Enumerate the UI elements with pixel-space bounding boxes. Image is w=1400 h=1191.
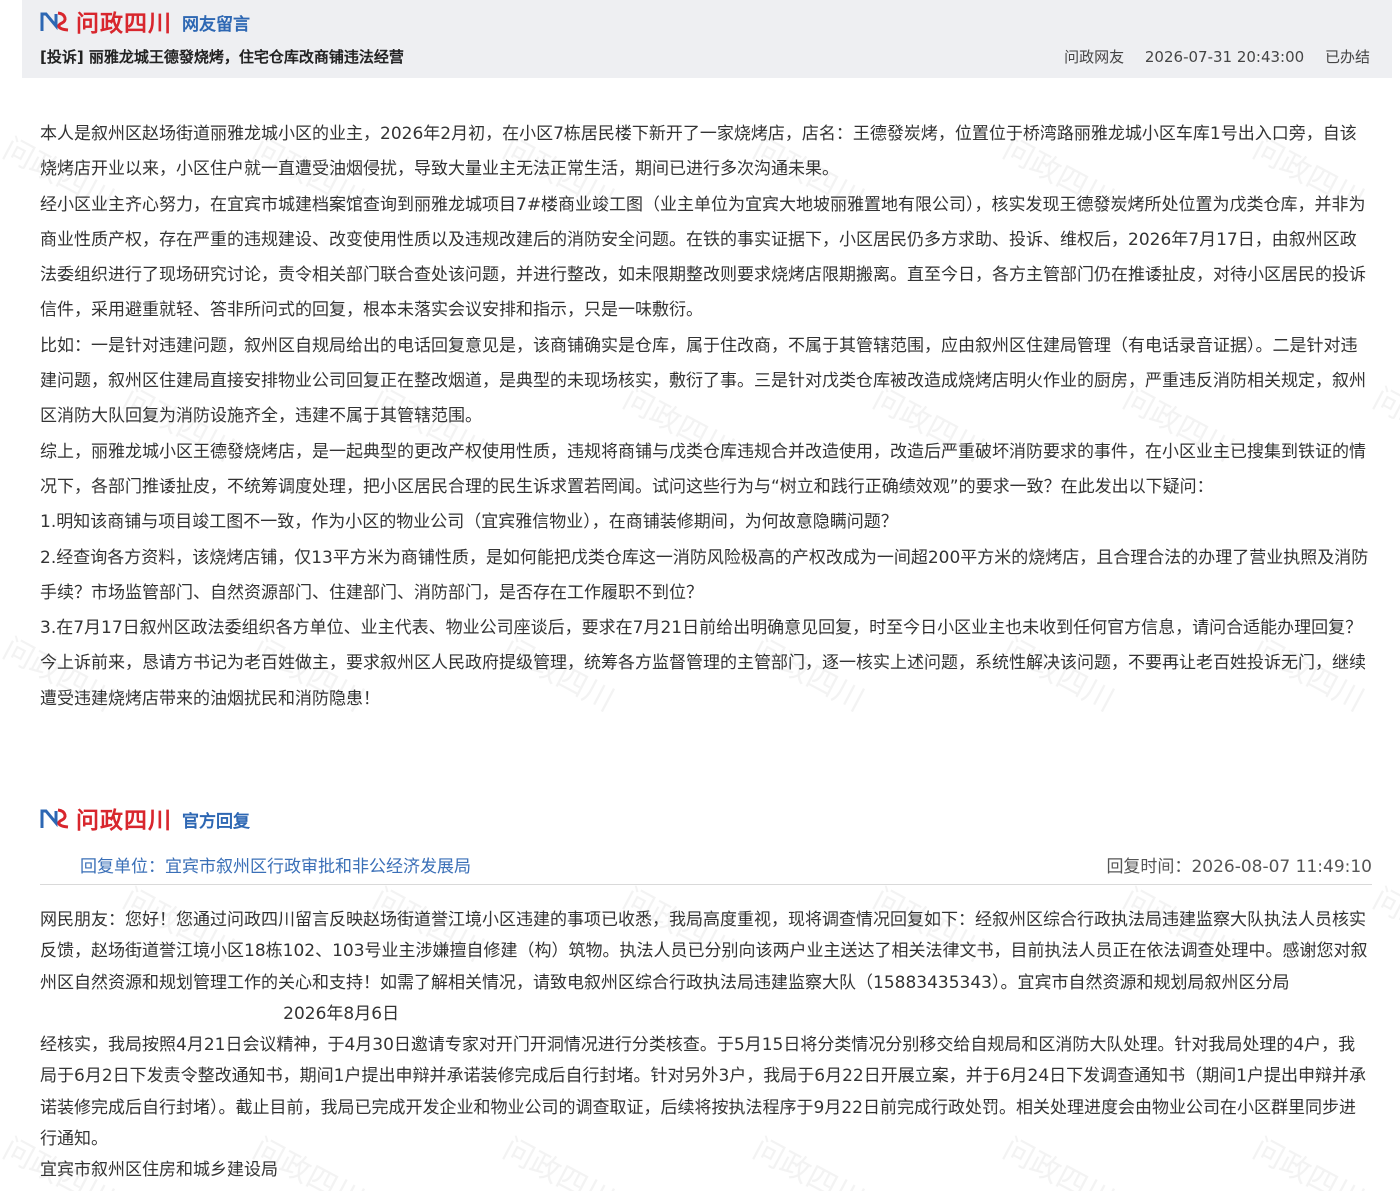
complaint-meta: 问政网友 2026-07-31 20:43:00 已办结 (1048, 46, 1370, 67)
complaint-header: 问政四川 网友留言 [投诉] 丽雅龙城王德發烧烤，住宅仓库改商铺违法经营 问政网… (22, 0, 1392, 78)
complaint-status: 已办结 (1324, 48, 1370, 66)
complaint-paragraph: 2.经查询各方资料，该烧烤店铺，仅13平方米为商铺性质，是如何能把戊类仓库这一消… (40, 547, 1369, 603)
reply-time-label: 回复时间： (1106, 857, 1192, 877)
brand-name: 问政四川 (76, 807, 172, 834)
brand-subtitle: 网友留言 (182, 15, 250, 35)
complaint-author: 问政网友 (1064, 48, 1125, 66)
reply-paragraph: 网民朋友：您好！您通过问政四川留言反映赵场街道誉江境小区违建的事项已收悉，我局高… (40, 910, 1368, 993)
wenzheng-sichuan-logo-icon (40, 808, 69, 829)
watermark: 问政四川 (1367, 381, 1400, 469)
watermark: 问政四川 (1367, 881, 1400, 969)
complaint-body: 本人是叙州区赵场街道丽雅龙城小区的业主，2026年2月初，在小区7栋居民楼下新开… (40, 117, 1370, 717)
complaint-paragraph: 1.明知该商铺与项目竣工图不一致，作为小区的物业公司（宜宾雅信物业），在商铺装修… (40, 512, 898, 533)
brand-top: 问政四川 网友留言 (40, 6, 250, 37)
brand-name: 问政四川 (76, 10, 172, 37)
brand-subtitle: 官方回复 (182, 812, 250, 832)
complaint-paragraph: 今上诉前来，恳请方书记为老百姓做主，要求叙州区人民政府提级管理，统筹各方监督管理… (40, 653, 1366, 709)
page: 问政四川 问政四川 问政四川 问政四川 问政四川 问政四川 问政四川 问政四川 问政四川 问政四川… (0, 0, 1400, 1191)
brand-reply: 问政四川 官方回复 (40, 803, 250, 834)
reply-date-line: 2026年8月6日 (40, 999, 1370, 1030)
complaint-paragraph: 综上，丽雅龙城小区王德發烧烤店，是一起典型的更改产权使用性质，违规将商铺与戊类仓… (40, 441, 1366, 497)
reply-paragraph: 经核实，我局按照4月21日会议精神，于4月30日邀请专家对开门开洞情况进行分类核… (40, 1035, 1366, 1150)
complaint-title: [投诉] 丽雅龙城王德發烧烤，住宅仓库改商铺违法经营 (40, 48, 404, 66)
reply-body: 网民朋友：您好！您通过问政四川留言反映赵场街道誉江境小区违建的事项已收悉，我局高… (40, 905, 1370, 1187)
reply-header: 回复单位：宜宾市叙州区行政审批和非公经济发展局 回复时间：2026-08-07 … (40, 846, 1372, 885)
complaint-paragraph: 本人是叙州区赵场街道丽雅龙城小区的业主，2026年2月初，在小区7栋居民楼下新开… (40, 124, 1357, 180)
complaint-paragraph: 3.在7月17日叙州区政法委组织各方单位、业主代表、物业公司座谈后，要求在7月2… (40, 618, 1363, 639)
reply-time-value: 2026-08-07 11:49:10 (1191, 857, 1372, 877)
complaint-paragraph: 经小区业主齐心努力，在宜宾市城建档案馆查询到丽雅龙城项目7#楼商业竣工图（业主单… (40, 194, 1366, 321)
reply-unit-label: 回复单位： (80, 857, 165, 877)
complaint-paragraph: 比如：一是针对违建问题，叙州区自规局给出的电话回复意见是，该商铺确实是仓库，属于… (40, 335, 1366, 427)
reply-date: 2026年8月6日 (283, 1003, 400, 1024)
reply-signature: 宜宾市叙州区住房和城乡建设局 (40, 1160, 278, 1181)
reply-time: 回复时间：2026-08-07 11:49:10 (1106, 852, 1372, 877)
reply-unit-name: 宜宾市叙州区行政审批和非公经济发展局 (165, 857, 471, 877)
complaint-time: 2026-07-31 20:43:00 (1144, 48, 1305, 66)
wenzheng-sichuan-logo-icon (40, 11, 69, 32)
reply-unit: 回复单位：宜宾市叙州区行政审批和非公经济发展局 (80, 852, 471, 877)
